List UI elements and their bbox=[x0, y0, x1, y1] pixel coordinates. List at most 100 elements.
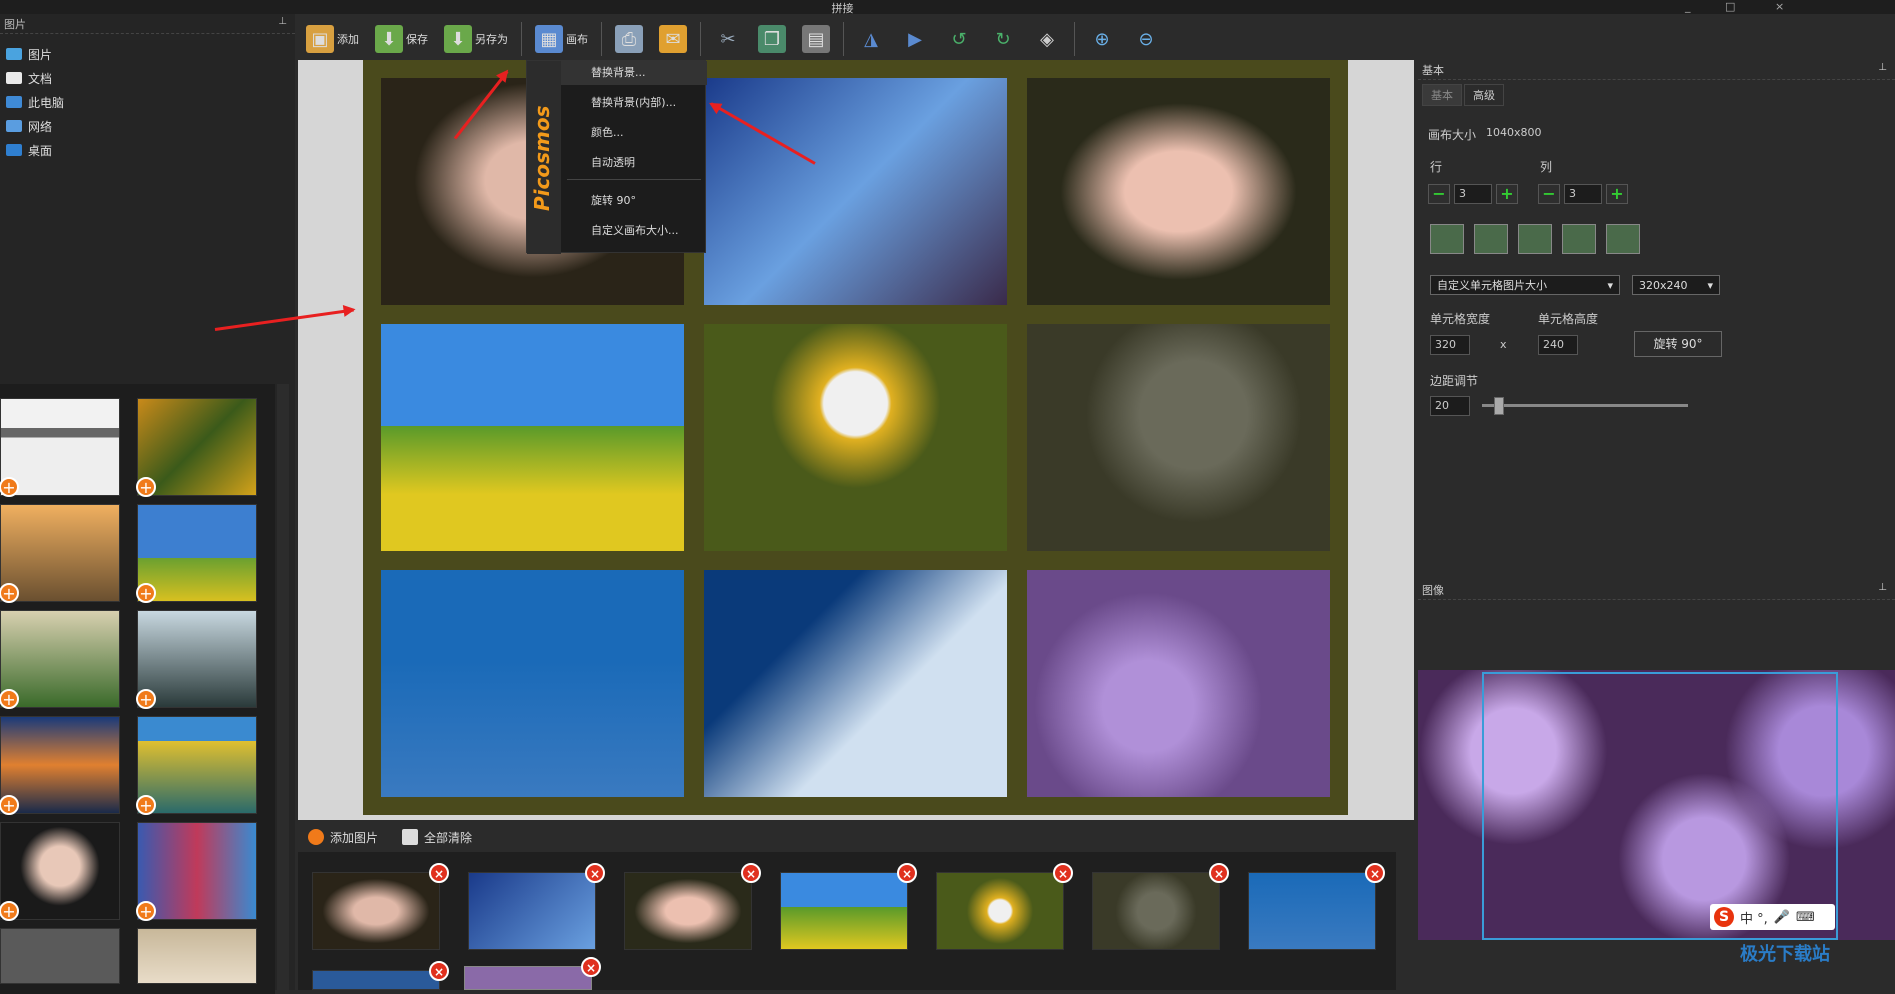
cell-height-input[interactable]: 240 bbox=[1538, 335, 1578, 355]
remove-image-icon[interactable]: × bbox=[897, 863, 917, 883]
cols-input[interactable]: 3 bbox=[1564, 184, 1602, 204]
crop-selection-box[interactable] bbox=[1482, 672, 1838, 940]
thumbnail[interactable]: + bbox=[0, 398, 120, 497]
remove-image-icon[interactable]: × bbox=[1209, 863, 1229, 883]
collage-cell[interactable] bbox=[381, 570, 684, 797]
cell-size-select[interactable]: 自定义单元格图片大小 ▾ bbox=[1430, 275, 1620, 295]
close-button[interactable]: × bbox=[1775, 0, 1784, 13]
remove-image-icon[interactable]: × bbox=[585, 863, 605, 883]
maximize-button[interactable]: □ bbox=[1725, 0, 1735, 13]
add-thumb-icon[interactable]: + bbox=[136, 689, 156, 709]
strip-image[interactable]: × bbox=[312, 863, 449, 950]
ime-toolbar[interactable]: S 中 °, 🎤 ⌨ bbox=[1710, 904, 1835, 930]
layout-preset-3[interactable] bbox=[1518, 224, 1552, 254]
remove-image-icon[interactable]: × bbox=[429, 961, 449, 981]
rows-input[interactable]: 3 bbox=[1454, 184, 1492, 204]
remove-image-icon[interactable]: × bbox=[581, 957, 601, 977]
tree-item-this-pc[interactable]: 此电脑 bbox=[0, 90, 295, 114]
flip-vertical-button[interactable]: ▶ bbox=[895, 20, 935, 58]
add-thumb-icon[interactable]: + bbox=[0, 689, 19, 709]
thumbnail[interactable] bbox=[137, 928, 257, 984]
keyboard-icon[interactable]: ⌨ bbox=[1796, 910, 1815, 925]
save-button[interactable]: ⬇ 保存 bbox=[369, 20, 434, 58]
layout-preset-2[interactable] bbox=[1474, 224, 1508, 254]
thumbnail[interactable]: + bbox=[0, 716, 120, 815]
cell-dimensions-select[interactable]: 320x240 ▾ bbox=[1632, 275, 1720, 295]
menu-item-custom-size[interactable]: 自定义画布大小... bbox=[561, 219, 707, 243]
menu-item-auto-transparent[interactable]: 自动透明 bbox=[561, 151, 707, 175]
cols-decrement-button[interactable]: − bbox=[1538, 184, 1560, 204]
menu-item-replace-bg-inner[interactable]: 替换背景(内部)... bbox=[561, 91, 707, 115]
collage-cell[interactable] bbox=[704, 570, 1007, 797]
add-thumb-icon[interactable]: + bbox=[136, 583, 156, 603]
thumbnail[interactable]: + bbox=[136, 610, 257, 709]
thumbnail-scrollbar[interactable] bbox=[277, 384, 289, 994]
thumbnail[interactable] bbox=[0, 928, 120, 984]
add-thumb-icon[interactable]: + bbox=[136, 795, 156, 815]
flip-horizontal-button[interactable]: ◮ bbox=[851, 20, 891, 58]
strip-image[interactable]: × bbox=[1248, 863, 1385, 950]
collage-cell[interactable] bbox=[381, 324, 684, 551]
tab-advanced[interactable]: 高级 bbox=[1464, 84, 1504, 106]
add-thumb-icon[interactable]: + bbox=[136, 477, 156, 497]
strip-image[interactable]: × bbox=[464, 957, 601, 990]
minimize-button[interactable]: _ bbox=[1685, 0, 1691, 13]
remove-image-icon[interactable]: × bbox=[1365, 863, 1385, 883]
rows-increment-button[interactable]: + bbox=[1496, 184, 1518, 204]
tree-item-desktop[interactable]: 桌面 bbox=[0, 138, 295, 162]
rows-decrement-button[interactable]: − bbox=[1428, 184, 1450, 204]
add-images-button[interactable]: 添加图片 bbox=[308, 829, 378, 846]
strip-image[interactable]: × bbox=[624, 863, 761, 950]
layout-preset-4[interactable] bbox=[1562, 224, 1596, 254]
pin-icon[interactable]: ⊥ bbox=[1878, 62, 1887, 73]
remove-image-icon[interactable]: × bbox=[741, 863, 761, 883]
thumbnail[interactable]: + bbox=[0, 504, 120, 603]
canvas-button[interactable]: ▦ 画布 bbox=[529, 20, 594, 58]
add-thumb-icon[interactable]: + bbox=[0, 795, 19, 815]
save-as-button[interactable]: ⬇ 另存为 bbox=[438, 20, 514, 58]
print-button[interactable]: ⎙ bbox=[609, 20, 649, 58]
strip-image[interactable]: × bbox=[780, 863, 917, 950]
menu-item-replace-bg[interactable]: 替换背景... bbox=[561, 61, 707, 85]
strip-image[interactable]: × bbox=[468, 863, 605, 950]
menu-item-rotate[interactable]: 旋转 90° bbox=[561, 189, 707, 213]
add-thumb-icon[interactable]: + bbox=[0, 477, 19, 497]
email-button[interactable]: ✉ bbox=[653, 20, 693, 58]
thumbnail[interactable]: + bbox=[136, 504, 257, 603]
cell-width-input[interactable]: 320 bbox=[1430, 335, 1470, 355]
rotate-left-button[interactable]: ↺ bbox=[939, 20, 979, 58]
cut-button[interactable]: ✂ bbox=[708, 20, 748, 58]
thumbnail[interactable]: + bbox=[0, 822, 120, 921]
add-thumb-icon[interactable]: + bbox=[136, 901, 156, 921]
layout-preset-1[interactable] bbox=[1430, 224, 1464, 254]
collage-cell[interactable] bbox=[704, 324, 1007, 551]
strip-image[interactable]: × bbox=[312, 961, 449, 990]
rotate-right-button[interactable]: ↻ bbox=[983, 20, 1023, 58]
cols-increment-button[interactable]: + bbox=[1606, 184, 1628, 204]
collage-cell[interactable] bbox=[1027, 324, 1330, 551]
tree-item-network[interactable]: 网络 bbox=[0, 114, 295, 138]
thumbnail[interactable]: + bbox=[136, 398, 257, 497]
remove-image-icon[interactable]: × bbox=[429, 863, 449, 883]
microphone-icon[interactable]: 🎤 bbox=[1774, 910, 1790, 925]
zoom-out-button[interactable]: ⊖ bbox=[1126, 20, 1166, 58]
remove-image-icon[interactable]: × bbox=[1053, 863, 1073, 883]
tree-item-documents[interactable]: 文档 bbox=[0, 66, 295, 90]
add-thumb-icon[interactable]: + bbox=[0, 583, 19, 603]
rotate-90-button[interactable]: 旋转 90° bbox=[1634, 331, 1722, 357]
strip-image[interactable]: × bbox=[1092, 863, 1229, 950]
copy-button[interactable]: ❐ bbox=[752, 20, 792, 58]
strip-image[interactable]: × bbox=[936, 863, 1073, 950]
tree-item-pictures[interactable]: 图片 bbox=[0, 42, 295, 66]
layout-preset-5[interactable] bbox=[1606, 224, 1640, 254]
pin-icon[interactable]: ⊥ bbox=[1878, 582, 1887, 593]
menu-item-color[interactable]: 颜色... bbox=[561, 121, 707, 145]
add-button[interactable]: ▣ 添加 bbox=[300, 20, 365, 58]
add-thumb-icon[interactable]: + bbox=[0, 901, 19, 921]
collage-cell[interactable] bbox=[1027, 570, 1330, 797]
tab-basic[interactable]: 基本 bbox=[1422, 84, 1462, 106]
clear-all-button[interactable]: 全部清除 bbox=[402, 829, 472, 846]
collage-cell[interactable] bbox=[704, 78, 1007, 305]
collage-cell[interactable] bbox=[1027, 78, 1330, 305]
thumbnail[interactable]: + bbox=[0, 610, 120, 709]
